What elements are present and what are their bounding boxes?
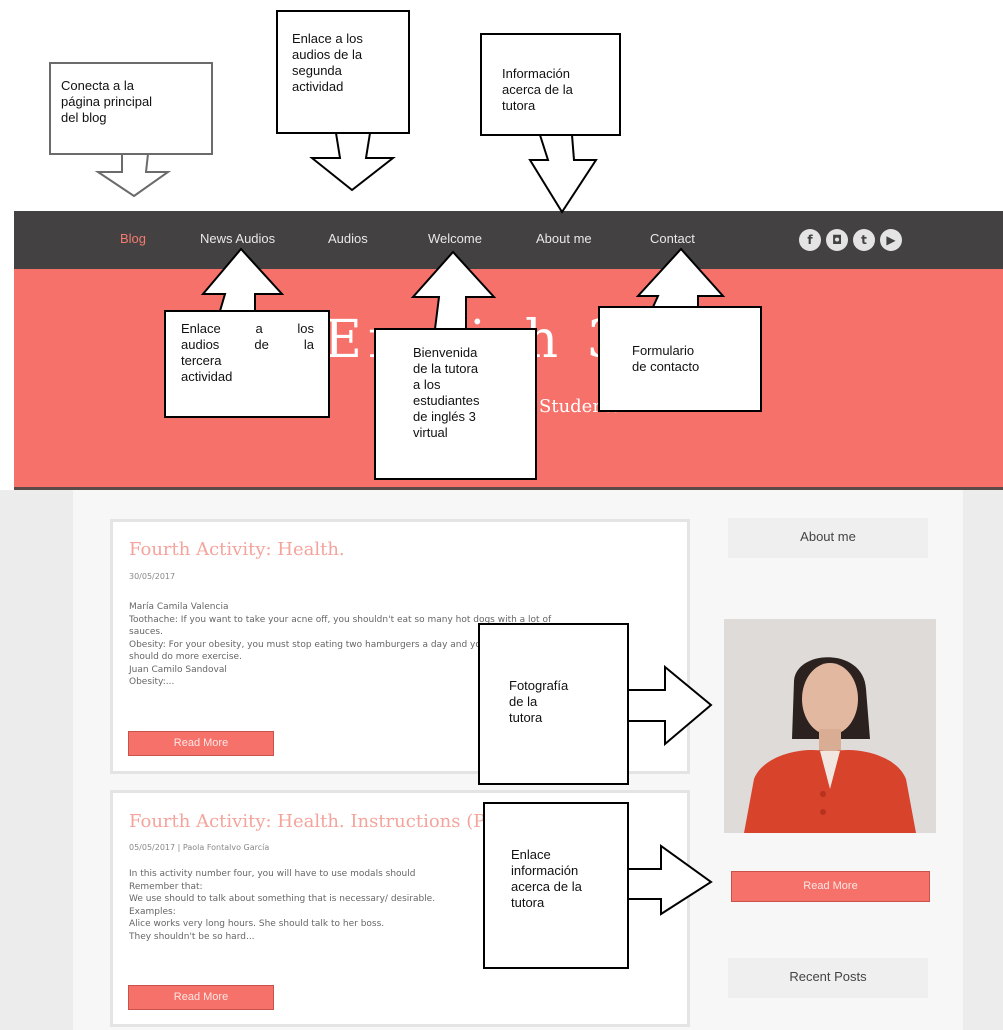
excerpt-line: Remember that: (129, 881, 203, 892)
nav-link-audios[interactable]: Audios (328, 231, 368, 246)
callout-tutor-info-link: Enlace información acerca de la tutora (483, 802, 629, 969)
callout-line: de la tutora (413, 361, 479, 376)
excerpt-line: In this activity number four, you will h… (129, 869, 416, 879)
callout-contact-form: Formulario de contacto (598, 306, 762, 412)
youtube-icon[interactable]: ▶ (880, 229, 902, 251)
callout-tutor-photo: Fotografía de la tutora (478, 623, 629, 785)
callout-line: de inglés 3 (413, 409, 476, 424)
excerpt-line: Alice works very long hours. She should … (129, 919, 385, 929)
callout-arrow-down (94, 153, 172, 198)
callout-line: virtual (413, 425, 448, 440)
callout-line: segunda (292, 63, 342, 78)
callout-about-tutor: Información acerca de la tutora (480, 33, 621, 136)
callout-line: Enlace (511, 847, 551, 862)
callout-arrow-down (309, 132, 396, 192)
read-more-button[interactable]: Read More (128, 731, 274, 756)
site-navbar: Blog News Audios Audios Welcome About me… (14, 211, 1003, 269)
excerpt-line: We use should to talk about something th… (129, 894, 436, 904)
callout-line: tutora (502, 98, 536, 113)
callout-line: tutora (511, 895, 545, 910)
callout-line: de contacto (632, 359, 700, 374)
callout-line: audios de la (292, 47, 363, 62)
about-read-more-button[interactable]: Read More (731, 871, 930, 902)
facebook-icon[interactable]: f (799, 229, 821, 251)
post-date: 30/05/2017 (129, 572, 176, 581)
callout-line: audios de la (181, 337, 314, 352)
callout-blog-link: Conecta a la página principal del blog (49, 62, 213, 155)
callout-line: del blog (61, 110, 107, 125)
nav-link-welcome[interactable]: Welcome (428, 231, 482, 246)
callout-line: Fotografía (509, 678, 569, 693)
recent-posts-widget-title: Recent Posts (728, 958, 928, 998)
callout-line: acerca de la (511, 879, 582, 894)
callout-line: Enlace a los (181, 321, 314, 336)
post-excerpt: In this activity number four, you will h… (129, 868, 435, 943)
callout-line: página principal (61, 94, 153, 109)
tutor-portrait-image (724, 619, 936, 833)
nav-link-about-me[interactable]: About me (536, 231, 592, 246)
instagram-icon[interactable]: ◘ (826, 229, 848, 251)
callout-line: de la (509, 694, 538, 709)
post-title-link[interactable]: Fourth Activity: Health. (129, 539, 345, 560)
callout-line: Información (502, 66, 570, 81)
callout-line: Enlace a los (292, 31, 363, 46)
read-more-button[interactable]: Read More (128, 985, 274, 1010)
callout-second-activity-audios: Enlace a los audios de la segunda activi… (276, 10, 410, 134)
callout-line: tutora (509, 710, 543, 725)
nav-link-blog[interactable]: Blog (120, 231, 146, 246)
callout-line: actividad (292, 79, 344, 94)
excerpt-line: María Camila Valencia (129, 602, 229, 612)
about-me-widget-title: About me (728, 518, 928, 558)
callout-line: Conecta a la (61, 78, 134, 93)
callout-arrow-down (528, 134, 598, 214)
callout-line: tercera (181, 353, 222, 368)
callout-line: Bienvenida (413, 345, 478, 360)
twitter-icon[interactable]: t (853, 229, 875, 251)
excerpt-line: Examples: (129, 906, 176, 917)
callout-welcome: Bienvenida de la tutora a los estudiante… (374, 328, 537, 480)
tutor-photo (724, 619, 936, 833)
nav-link-contact[interactable]: Contact (650, 231, 695, 246)
callout-line: actividad (181, 369, 233, 384)
callout-line: estudiantes (413, 393, 480, 408)
post-meta: 05/05/2017 | Paola Fontalvo García (129, 843, 270, 852)
callout-third-activity-audios: Enlace a los audios de la tercera activi… (164, 310, 330, 418)
callout-line: Formulario (632, 343, 695, 358)
callout-line: información (511, 863, 579, 878)
callout-line: acerca de la (502, 82, 573, 97)
excerpt-line: They shouldn't be so hard... (129, 931, 255, 942)
callout-line: a los (413, 377, 441, 392)
nav-link-news-audios[interactable]: News Audios (200, 231, 275, 246)
